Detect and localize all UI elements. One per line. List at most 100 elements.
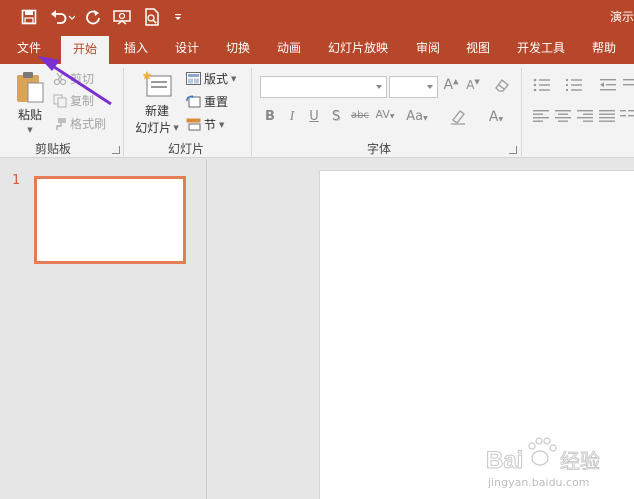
tab-home[interactable]: 开始 bbox=[61, 36, 109, 64]
slideshow-from-start-button[interactable] bbox=[111, 6, 133, 28]
group-divider bbox=[123, 68, 124, 156]
font-launcher-icon[interactable] bbox=[509, 146, 517, 154]
undo-icon bbox=[51, 10, 75, 24]
undo-button[interactable] bbox=[48, 6, 76, 28]
highlighter-icon bbox=[451, 110, 465, 125]
save-icon bbox=[21, 9, 37, 25]
chevron-down-icon: ▼ bbox=[389, 113, 395, 120]
align-right-icon bbox=[577, 110, 593, 122]
slides-group-label: 幻灯片 bbox=[168, 142, 205, 156]
change-case-label: Aa bbox=[406, 109, 424, 124]
tab-slideshow[interactable]: 幻灯片放映 bbox=[322, 34, 394, 64]
svg-text:Bai: Bai bbox=[486, 447, 523, 474]
tab-file[interactable]: 文件 bbox=[8, 34, 50, 64]
tab-animations[interactable]: 动画 bbox=[270, 34, 308, 64]
redo-button[interactable] bbox=[83, 6, 103, 28]
title-bar: 演示 bbox=[0, 0, 634, 34]
shrink-font-button[interactable]: A▼ bbox=[465, 78, 481, 92]
clipboard-launcher-icon[interactable] bbox=[112, 146, 120, 154]
align-left-icon bbox=[533, 110, 549, 122]
increase-indent-button[interactable] bbox=[622, 78, 634, 96]
clear-formatting-button[interactable] bbox=[494, 77, 510, 97]
section-label: 节 bbox=[204, 118, 217, 132]
change-case-button[interactable]: Aa▼ bbox=[404, 109, 430, 124]
chevron-down-icon bbox=[376, 85, 382, 89]
redo-icon bbox=[86, 10, 100, 25]
align-center-button[interactable] bbox=[554, 110, 572, 126]
font-name-value bbox=[261, 81, 265, 95]
reset-label: 重置 bbox=[204, 95, 229, 109]
group-divider bbox=[521, 68, 522, 156]
layout-icon bbox=[186, 72, 201, 85]
customize-toolbar-icon bbox=[175, 14, 181, 20]
highlight-color-button[interactable] bbox=[444, 109, 476, 129]
ribbon-tabs: 文件 开始 插入 设计 切换 动画 幻灯片放映 审阅 视图 开发工具 帮助 bbox=[0, 34, 634, 64]
clipboard-group-label: 剪贴板 bbox=[35, 142, 72, 156]
copy-label: 复制 bbox=[70, 94, 95, 108]
cut-button[interactable]: 剪切 bbox=[53, 70, 94, 87]
decrease-indent-button[interactable] bbox=[598, 78, 618, 96]
tab-view[interactable]: 视图 bbox=[459, 34, 497, 64]
columns-button[interactable] bbox=[620, 110, 634, 126]
new-slide-label-line2: 幻灯片 bbox=[135, 121, 172, 135]
strikethrough-button[interactable]: abc bbox=[349, 110, 371, 121]
section-icon bbox=[186, 118, 201, 131]
tab-review[interactable]: 审阅 bbox=[409, 34, 447, 64]
tab-developer[interactable]: 开发工具 bbox=[510, 34, 572, 64]
section-button[interactable]: 节 ▼ bbox=[186, 116, 224, 133]
align-right-button[interactable] bbox=[576, 110, 594, 126]
eraser-icon bbox=[495, 79, 509, 92]
paste-button[interactable]: 粘贴 ▼ bbox=[12, 70, 48, 134]
reset-icon bbox=[186, 95, 201, 108]
decrease-indent-icon bbox=[600, 79, 616, 91]
copy-button[interactable]: 复制 bbox=[53, 92, 94, 109]
slide-thumbnail[interactable] bbox=[34, 176, 186, 264]
font-size-combo[interactable] bbox=[389, 76, 438, 98]
slideshow-from-start-icon bbox=[113, 10, 131, 25]
reset-button[interactable]: 重置 bbox=[186, 93, 228, 110]
font-color-button[interactable]: A▼ bbox=[482, 109, 510, 125]
layout-label: 版式 bbox=[204, 72, 229, 86]
underline-button[interactable]: U bbox=[306, 109, 322, 124]
tab-design[interactable]: 设计 bbox=[168, 34, 206, 64]
tab-insert[interactable]: 插入 bbox=[117, 34, 155, 64]
chevron-down-icon: ▼ bbox=[498, 116, 504, 123]
print-preview-button[interactable] bbox=[141, 6, 163, 28]
group-divider bbox=[251, 68, 252, 156]
bullets-icon bbox=[533, 78, 550, 92]
font-size-value bbox=[390, 81, 394, 95]
svg-text:经验: 经验 bbox=[560, 449, 600, 473]
ribbon-home: 粘贴 ▼ 剪切 复制 格式刷 剪贴板 新建 幻灯片 ▼ 版式 ▼ 重置 节 ▼ … bbox=[0, 64, 634, 158]
character-spacing-label: AV bbox=[375, 108, 390, 121]
new-slide-label-line1: 新建 bbox=[144, 104, 169, 118]
justify-icon bbox=[599, 110, 615, 122]
save-button[interactable] bbox=[18, 6, 40, 28]
align-left-button[interactable] bbox=[532, 110, 550, 126]
grow-font-button[interactable]: A▲ bbox=[443, 77, 459, 93]
document-title: 演示 bbox=[609, 10, 634, 24]
grow-font-label: A bbox=[443, 77, 454, 93]
shadow-button[interactable]: S bbox=[328, 109, 344, 124]
numbering-icon bbox=[566, 79, 582, 91]
tab-help[interactable]: 帮助 bbox=[585, 34, 623, 64]
new-slide-button[interactable]: 新建 幻灯片 ▼ bbox=[132, 70, 182, 138]
columns-icon bbox=[620, 110, 634, 117]
format-painter-icon bbox=[56, 117, 66, 130]
italic-button[interactable]: I bbox=[284, 109, 300, 125]
customize-toolbar-button[interactable] bbox=[171, 6, 185, 28]
font-group-label: 字体 bbox=[367, 142, 392, 156]
bold-button[interactable]: B bbox=[262, 109, 278, 124]
copy-icon bbox=[53, 94, 67, 107]
increase-indent-icon bbox=[623, 79, 634, 86]
tab-transitions[interactable]: 切换 bbox=[219, 34, 257, 64]
justify-button[interactable] bbox=[598, 110, 616, 126]
bullets-button[interactable] bbox=[532, 78, 552, 96]
format-painter-button[interactable]: 格式刷 bbox=[53, 115, 106, 132]
clipboard-icon bbox=[17, 72, 44, 103]
numbering-button[interactable] bbox=[564, 78, 584, 96]
chevron-down-icon: ▼ bbox=[173, 123, 179, 132]
character-spacing-button[interactable]: AV▼ bbox=[372, 108, 398, 121]
layout-button[interactable]: 版式 ▼ bbox=[186, 70, 236, 87]
print-preview-icon bbox=[145, 8, 159, 26]
font-name-combo[interactable] bbox=[260, 76, 387, 98]
